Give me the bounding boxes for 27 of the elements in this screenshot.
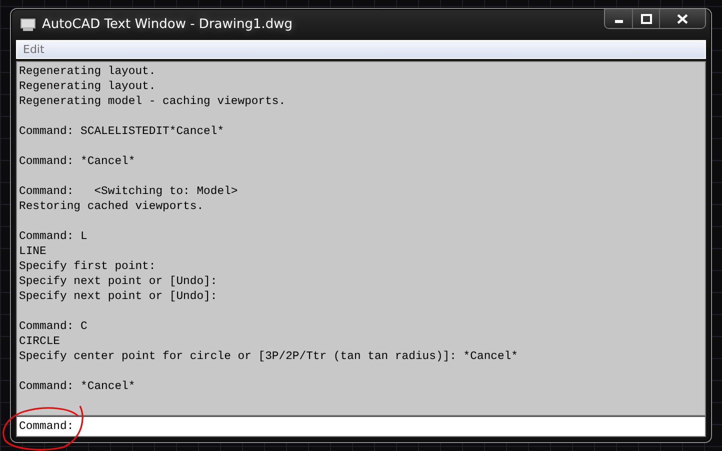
- minimize-button[interactable]: [605, 9, 632, 28]
- window-icon: [20, 18, 36, 32]
- history-line: Regenerating layout.: [19, 80, 157, 95]
- history-line: Specify center point for circle or [3P/2P/Ttr (tan tan radius)]: *Cancel*: [19, 350, 519, 365]
- window-title: AutoCAD Text Window - Drawing1.dwg: [42, 17, 293, 32]
- history-line: CIRCLE: [19, 335, 62, 350]
- history-line: Restoring cached viewports.: [19, 200, 205, 215]
- command-field[interactable]: Command:: [16, 416, 706, 437]
- history-line: Command: *Cancel*: [19, 155, 136, 170]
- maximize-button[interactable]: [632, 9, 659, 28]
- history-line: Regenerating layout.: [19, 65, 157, 80]
- history-line: Regenerating model - caching viewports.: [19, 95, 287, 110]
- close-icon: [677, 14, 688, 24]
- history-line: Specify next point or [Undo]:: [19, 275, 218, 290]
- maximize-icon: [640, 14, 652, 24]
- history-line: LINE: [19, 245, 48, 260]
- history-line: Command: <Switching to: Model>: [19, 185, 239, 200]
- command-prompt: Command:: [19, 420, 74, 432]
- menu-item[interactable]: Edit: [17, 43, 50, 56]
- history-line: Specify next point or [Undo]:: [19, 290, 218, 305]
- history-line: Command: SCALELISTEDIT*Cancel*: [19, 125, 226, 140]
- history-line: Specify first point:: [19, 260, 157, 275]
- history-line: Command: C: [19, 320, 88, 335]
- minimize-icon: [614, 20, 622, 23]
- close-button[interactable]: [659, 9, 705, 28]
- history-line: Command: L: [19, 230, 88, 245]
- history-line: Command: *Cancel*: [19, 380, 136, 395]
